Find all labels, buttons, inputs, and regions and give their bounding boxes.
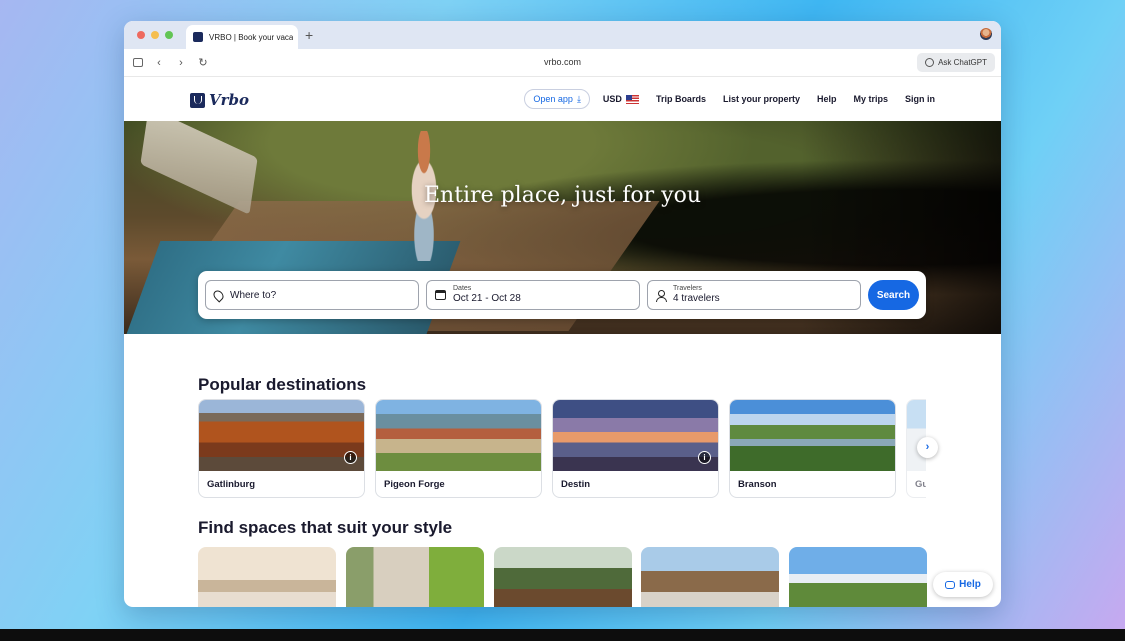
url-field[interactable]: vrbo.com: [124, 57, 1001, 67]
destinations-carousel: i Gatlinburg Pigeon Forge i Destin Brans…: [198, 399, 926, 499]
destination-image: [730, 400, 895, 471]
ask-chatgpt-button[interactable]: Ask ChatGPT: [917, 53, 995, 72]
calendar-icon: [435, 290, 446, 300]
maximize-window-button[interactable]: [165, 31, 173, 39]
us-flag-icon: [625, 94, 639, 104]
close-window-button[interactable]: [137, 31, 145, 39]
dates-field[interactable]: Dates Oct 21 - Oct 28: [426, 280, 640, 310]
destination-card-pigeon-forge[interactable]: Pigeon Forge: [375, 399, 542, 498]
destination-field[interactable]: Where to?: [205, 280, 419, 310]
travelers-value: 4 travelers: [673, 293, 720, 305]
destination-card-destin[interactable]: i Destin: [552, 399, 719, 498]
destination-name: Pigeon Forge: [384, 479, 445, 490]
destination-image: i: [553, 400, 718, 471]
browser-tab-vrbo[interactable]: VRBO | Book your vaca: [186, 25, 298, 49]
site-header: Vrbo Open app ⤓ USD Trip Boards List you…: [124, 77, 1001, 121]
destination-image: [907, 400, 926, 471]
destination-image: i: [199, 400, 364, 471]
tab-title: VRBO | Book your vaca: [209, 32, 294, 42]
nav-sign-in[interactable]: Sign in: [905, 94, 935, 104]
help-fab-label: Help: [959, 579, 981, 590]
styles-carousel: [198, 547, 927, 607]
map-pin-icon: [211, 287, 226, 303]
minimize-window-button[interactable]: [151, 31, 159, 39]
carousel-next-button[interactable]: ›: [917, 437, 938, 458]
nav-list-your-property[interactable]: List your property: [723, 94, 800, 104]
style-card[interactable]: [346, 547, 484, 607]
nav-help[interactable]: Help: [817, 94, 837, 104]
profile-avatar[interactable]: [980, 28, 992, 40]
destination-card-gatlinburg[interactable]: i Gatlinburg: [198, 399, 365, 498]
person-icon: [656, 289, 667, 302]
browser-window: VRBO | Book your vaca + ‹ › ↻ vrbo.com A…: [124, 21, 1001, 607]
dates-label: Dates: [453, 285, 472, 293]
tab-strip: VRBO | Book your vaca +: [124, 21, 1001, 49]
destination-name: Gatlinburg: [207, 479, 256, 490]
window-controls: [137, 31, 173, 39]
travelers-field[interactable]: Travelers 4 travelers: [647, 280, 861, 310]
download-icon: ⤓: [576, 93, 581, 104]
address-bar: ‹ › ↻ vrbo.com Ask ChatGPT: [124, 49, 1001, 77]
header-nav: Open app ⤓ USD Trip Boards List your pro…: [524, 89, 935, 109]
vrbo-logo-icon: [190, 92, 205, 108]
info-icon[interactable]: i: [344, 451, 357, 464]
style-card[interactable]: [494, 547, 632, 607]
currency-selector[interactable]: USD: [603, 94, 639, 104]
destination-placeholder: Where to?: [230, 289, 277, 301]
travelers-content: Travelers 4 travelers: [673, 285, 720, 305]
vrbo-logo[interactable]: Vrbo: [190, 91, 249, 109]
hero-headline: Entire place, just for you: [423, 183, 702, 208]
popular-destinations-title: Popular destinations: [198, 375, 367, 394]
vrbo-favicon-icon: [193, 32, 203, 42]
currency-label: USD: [602, 94, 622, 104]
screen-bottom-bar: [0, 629, 1125, 641]
destination-image: [376, 400, 541, 471]
destination-name: Branson: [738, 479, 777, 490]
chat-bubble-icon: [945, 580, 956, 589]
chatgpt-icon: [925, 58, 935, 67]
chevron-right-icon: ›: [925, 441, 930, 453]
open-app-label: Open app: [533, 94, 573, 104]
travelers-label: Travelers: [673, 285, 702, 293]
info-icon[interactable]: i: [698, 451, 711, 464]
nav-trip-boards[interactable]: Trip Boards: [656, 94, 706, 104]
style-card[interactable]: [789, 547, 927, 607]
styles-section-title: Find spaces that suit your style: [198, 518, 453, 537]
search-panel: Where to? Dates Oct 21 - Oct 28 Traveler…: [198, 271, 926, 319]
style-card[interactable]: [641, 547, 779, 607]
destination-card-branson[interactable]: Branson: [729, 399, 896, 498]
logo-text: Vrbo: [209, 91, 250, 109]
style-card[interactable]: [198, 547, 336, 607]
search-button[interactable]: Search: [868, 280, 919, 310]
destination-name: Destin: [561, 479, 591, 490]
ask-chatgpt-label: Ask ChatGPT: [938, 58, 987, 67]
dates-value: Oct 21 - Oct 28: [453, 293, 521, 305]
dates-content: Dates Oct 21 - Oct 28: [453, 285, 521, 305]
help-chat-button[interactable]: Help: [933, 572, 993, 597]
destination-name: Gu: [915, 479, 926, 490]
new-tab-button[interactable]: +: [305, 27, 313, 43]
open-app-button[interactable]: Open app ⤓: [524, 89, 590, 109]
nav-my-trips[interactable]: My trips: [853, 94, 888, 104]
